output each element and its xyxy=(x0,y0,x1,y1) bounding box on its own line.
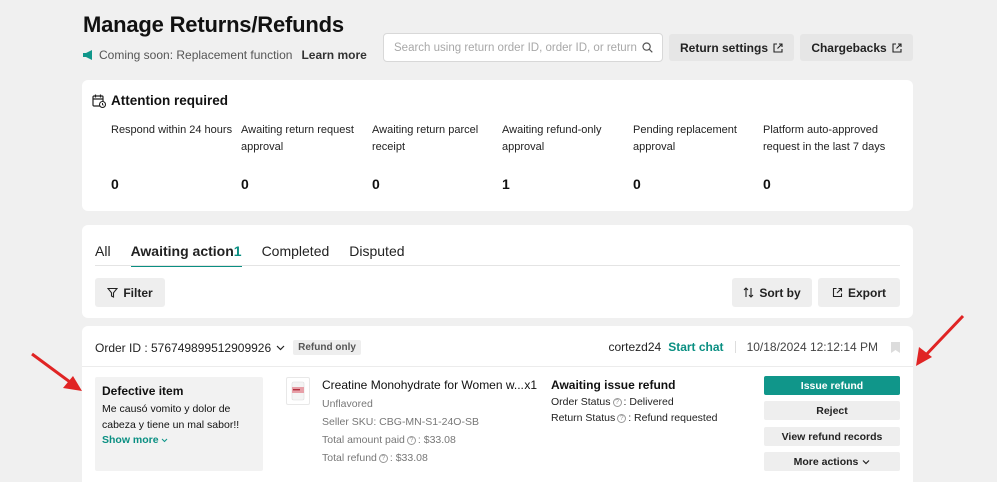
annotation-arrow-left xyxy=(31,352,82,391)
annotation-arrows xyxy=(31,314,965,391)
annotation-arrow-right xyxy=(916,314,965,366)
